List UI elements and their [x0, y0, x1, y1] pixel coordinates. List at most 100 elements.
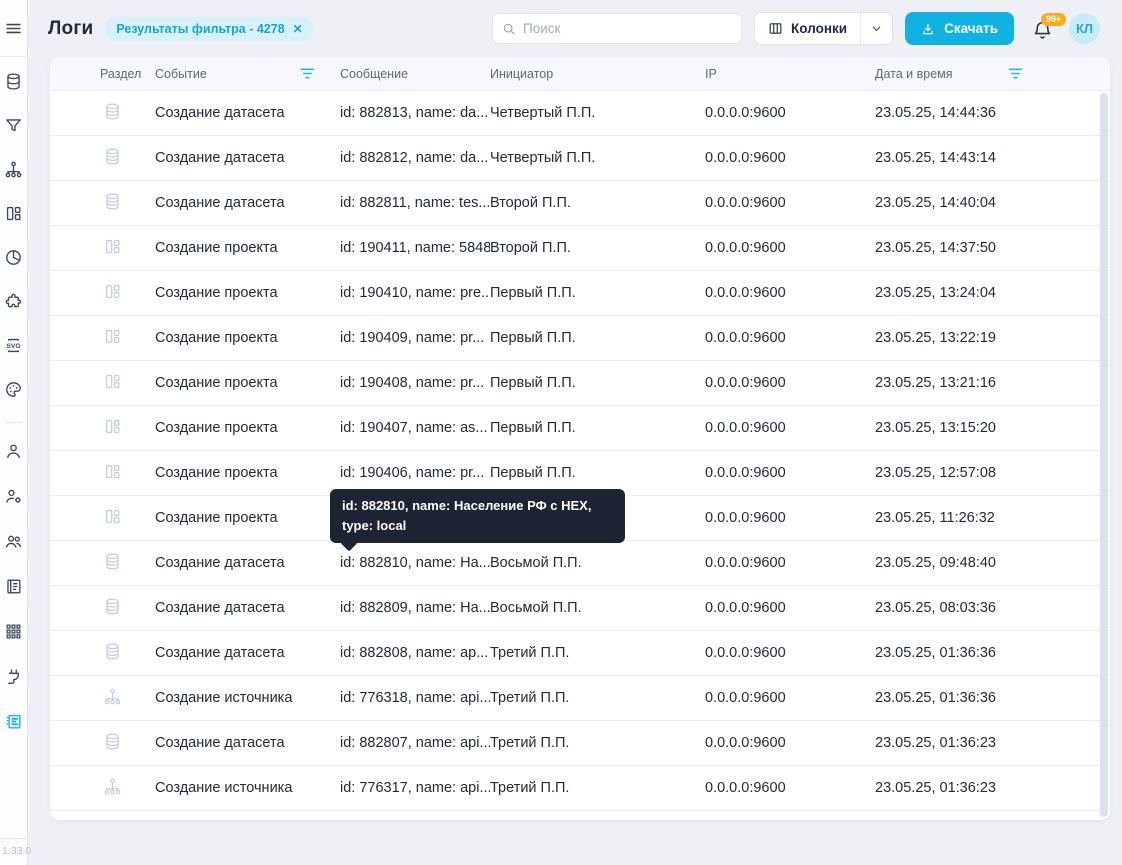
sidebar-item-user-settings[interactable]: [0, 476, 28, 521]
message-cell: id: 882809, name: На...: [340, 600, 490, 616]
project-icon: [103, 327, 122, 350]
filter-results-chip: Результаты фильтра - 4278 ✕: [105, 17, 313, 41]
dataset-icon: [103, 552, 122, 575]
sidebar-item-projects[interactable]: [0, 194, 28, 238]
event-cell: Создание проекта: [155, 240, 340, 256]
ip-cell: 0.0.0.0:9600: [705, 780, 875, 796]
sidebar-item-connectors[interactable]: [0, 656, 28, 701]
datetime-cell: 23.05.25, 01:36:23: [875, 735, 1110, 751]
table-row[interactable]: Создание проекта id: 190411, name: 5848 …: [50, 226, 1110, 271]
event-filter-icon[interactable]: [300, 67, 315, 80]
ip-cell: 0.0.0.0:9600: [705, 555, 875, 571]
sidebar-item-datasets[interactable]: [0, 62, 28, 106]
sidebar: SVG 1.33.0: [0, 0, 28, 865]
ip-cell: 0.0.0.0:9600: [705, 735, 875, 751]
download-button-label: Скачать: [944, 21, 998, 36]
chip-close-icon[interactable]: ✕: [293, 23, 303, 35]
table-row[interactable]: Создание датасета id: 882808, name: ap..…: [50, 631, 1110, 676]
table-row[interactable]: Создание проекта id: 190408, name: pr...…: [50, 361, 1110, 406]
table-row[interactable]: Создание проекта id: 190409, name: pr...…: [50, 316, 1110, 361]
users-group-icon: [4, 532, 23, 556]
message-cell: id: 776318, name: api...: [340, 690, 490, 706]
table-row[interactable]: [50, 811, 1110, 820]
sidebar-divider: [5, 422, 23, 423]
search-icon: [502, 22, 516, 36]
sidebar-item-apps[interactable]: [0, 611, 28, 656]
message-cell: id: 882813, name: da...: [340, 105, 490, 121]
sidebar-item-user[interactable]: [0, 431, 28, 476]
sources-sitemap-icon: [4, 160, 23, 184]
sidebar-item-svg-editor[interactable]: SVG: [0, 326, 28, 370]
column-header-message[interactable]: Сообщение: [340, 67, 490, 81]
message-cell: id: 882808, name: ap...: [340, 645, 490, 661]
datetime-cell: 23.05.25, 11:26:32: [875, 510, 1110, 526]
event-cell: Создание источника: [155, 780, 340, 796]
notifications-button[interactable]: 99+: [1032, 16, 1056, 42]
source-icon: [103, 777, 122, 800]
initiator-cell: Второй П.П.: [490, 240, 705, 256]
sidebar-group-bottom: [0, 431, 27, 746]
table-row[interactable]: Создание датасета id: 882809, name: На..…: [50, 586, 1110, 631]
table-scrollbar[interactable]: [1100, 93, 1108, 817]
message-tooltip: id: 882810, name: Население РФ с HEX, ty…: [330, 489, 625, 543]
logs-icon: [4, 712, 23, 736]
event-cell: Создание проекта: [155, 330, 340, 346]
download-button[interactable]: Скачать: [905, 12, 1014, 45]
pie-chart-icon: [4, 248, 23, 272]
dataset-icon: [103, 147, 122, 170]
sidebar-item-sources[interactable]: [0, 150, 28, 194]
table-row[interactable]: Создание датасета id: 882807, name: api.…: [50, 721, 1110, 766]
column-header-datetime[interactable]: Дата и время: [875, 67, 1110, 81]
initiator-cell: Первый П.П.: [490, 330, 705, 346]
column-header-section[interactable]: Раздел: [50, 67, 155, 81]
initiator-cell: Первый П.П.: [490, 375, 705, 391]
datetime-cell: 23.05.25, 01:36:36: [875, 645, 1110, 661]
table-row[interactable]: Создание источника id: 776318, name: api…: [50, 676, 1110, 721]
datetime-cell: 23.05.25, 08:03:36: [875, 600, 1110, 616]
event-cell: Создание датасета: [155, 195, 340, 211]
datetime-cell: 23.05.25, 12:57:08: [875, 465, 1110, 481]
column-header-ip[interactable]: IP: [705, 67, 875, 81]
sidebar-item-charts[interactable]: [0, 238, 28, 282]
search-input[interactable]: [523, 21, 732, 36]
sidebar-item-journal[interactable]: [0, 566, 28, 611]
dataset-icon: [103, 192, 122, 215]
columns-dropdown-toggle[interactable]: [860, 13, 892, 44]
table-row[interactable]: Создание проекта id: 190407, name: as...…: [50, 406, 1110, 451]
filter-results-label: Результаты фильтра - 4278: [116, 22, 284, 36]
datetime-cell: 23.05.25, 13:21:16: [875, 375, 1110, 391]
datetime-cell: 23.05.25, 13:22:19: [875, 330, 1110, 346]
ip-cell: 0.0.0.0:9600: [705, 105, 875, 121]
datetime-cell: 23.05.25, 13:24:04: [875, 285, 1110, 301]
sidebar-item-users[interactable]: [0, 521, 28, 566]
datetime-filter-icon[interactable]: [1008, 67, 1023, 80]
datetime-cell: 23.05.25, 01:36:23: [875, 780, 1110, 796]
menu-icon[interactable]: [0, 13, 27, 43]
sidebar-item-plugins[interactable]: [0, 282, 28, 326]
table-row[interactable]: Создание проекта id: 190410, name: pre..…: [50, 271, 1110, 316]
logs-table-card: Раздел Событие Сообщение Инициатор IP Да…: [50, 57, 1110, 820]
logs-page: SVG 1.33.0 Логи Результаты фильтра - 427…: [0, 0, 1122, 865]
apps-grid-icon: [4, 622, 23, 646]
column-header-initiator[interactable]: Инициатор: [490, 67, 705, 81]
dataset-icon: [103, 642, 122, 665]
table-row[interactable]: Создание источника id: 776317, name: api…: [50, 766, 1110, 811]
initiator-cell: Третий П.П.: [490, 645, 705, 661]
sidebar-item-logs[interactable]: [0, 701, 28, 746]
sidebar-item-palette[interactable]: [0, 370, 28, 414]
sidebar-item-filters[interactable]: [0, 106, 28, 150]
journal-icon: [4, 577, 23, 601]
table-row[interactable]: Создание датасета id: 882810, name: На..…: [50, 541, 1110, 586]
download-icon: [921, 22, 935, 36]
column-header-event[interactable]: Событие: [155, 67, 340, 81]
database-icon: [4, 72, 23, 96]
table-row[interactable]: Создание датасета id: 882811, name: tes.…: [50, 181, 1110, 226]
datetime-cell: 23.05.25, 09:48:40: [875, 555, 1110, 571]
message-cell: id: 190411, name: 5848: [340, 240, 490, 256]
table-row[interactable]: Создание датасета id: 882812, name: da..…: [50, 136, 1110, 181]
table-row[interactable]: Создание датасета id: 882813, name: da..…: [50, 91, 1110, 136]
avatar[interactable]: КЛ: [1069, 13, 1100, 44]
message-cell: id: 190408, name: pr...: [340, 375, 490, 391]
columns-button[interactable]: Колонки: [755, 13, 860, 44]
project-icon: [103, 282, 122, 305]
